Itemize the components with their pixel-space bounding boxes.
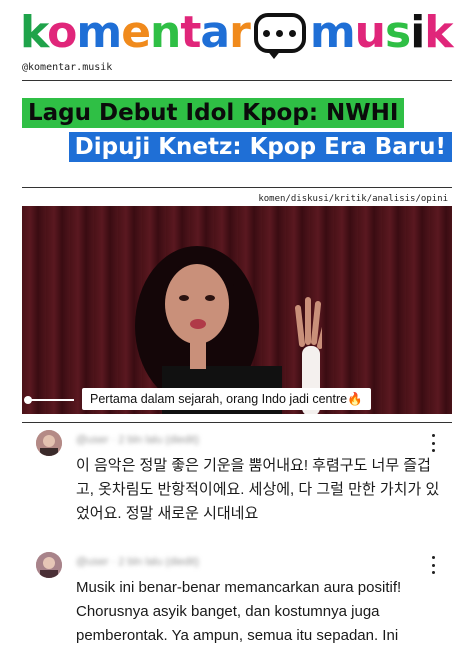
logo-letter: k [424,7,453,58]
logo-letter: s [385,7,411,58]
logo-letter: i [410,7,425,58]
logo-letter: m [309,7,356,58]
avatar[interactable] [36,430,62,456]
logo-letter: a [200,7,230,58]
comment-text: 이 음악은 정말 좋은 기운을 뿜어내요! 후렴구도 너무 즐겁고, 옷차림도 … [76,457,440,522]
comment-text: Musik ini benar-benar memancarkan aura p… [76,579,402,644]
logo-word-musik: musik [309,7,454,58]
logo-letter: k [20,7,48,58]
divider [22,80,452,81]
comment-meta: @user · 2 bln lalu (diedit) [76,556,200,568]
more-options-icon[interactable] [426,434,440,452]
divider [22,422,452,423]
logo-letter: u [354,7,386,58]
comment-item: @user · 2 bln lalu (diedit) Musik ini be… [22,552,452,644]
video-player[interactable]: Pertama dalam sejarah, orang Indo jadi c… [22,206,452,414]
speech-bubble-icon [253,13,306,59]
logo-letter: t [180,7,201,58]
comment-item: @user · 2 bln lalu (diedit) 이 음악은 정말 좋은 … [22,430,452,548]
category-tags: komen/diskusi/kritik/analisis/opini [258,194,448,204]
logo-letter: n [150,7,181,58]
video-caption: Pertama dalam sejarah, orang Indo jadi c… [82,388,371,410]
performer-image [135,246,322,414]
avatar[interactable] [36,552,62,578]
logo-letter: m [76,7,122,58]
logo-letter: o [47,7,77,58]
logo-letter: e [121,7,151,58]
video-progress-bar[interactable] [24,396,74,404]
headline-line-1: Lagu Debut Idol Kpop: NWHI [22,98,405,128]
headline-line-2: Dipuji Knetz: Kpop Era Baru! [68,132,452,162]
account-handle: @komentar.musik [22,62,113,73]
brand-logo: komentar musik [20,7,454,59]
divider [22,187,452,188]
logo-word-komentar: komentar [20,7,251,58]
more-options-icon[interactable] [426,556,440,574]
comment-meta: @user · 2 bln lalu (diedit) [76,434,200,446]
logo-letter: r [229,7,251,58]
